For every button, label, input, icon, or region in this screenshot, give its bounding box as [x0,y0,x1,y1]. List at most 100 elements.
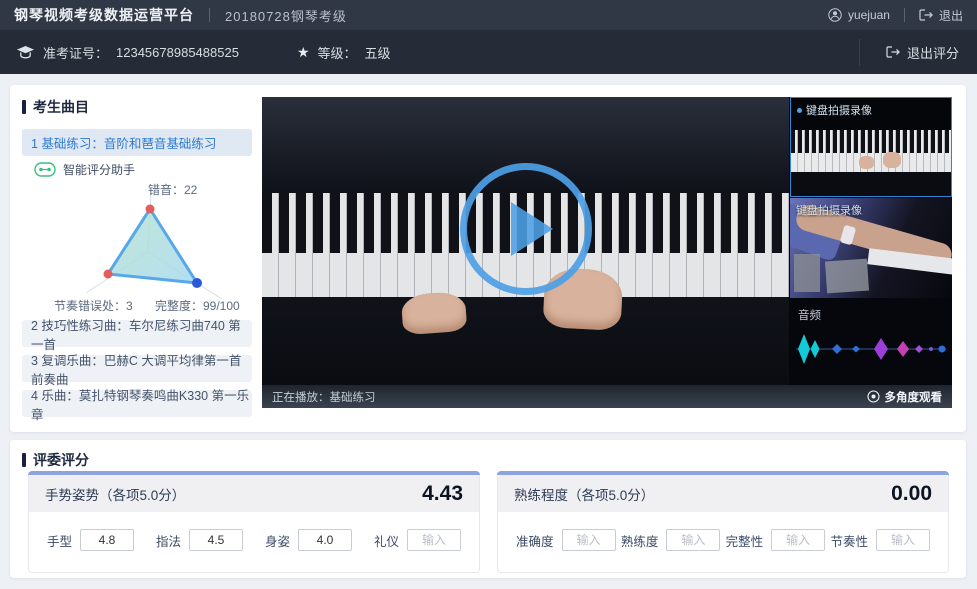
bench-shape [794,254,820,292]
level-label: 等级： [318,43,357,62]
gesture-card-score: 4.43 [422,482,463,506]
etiquette-label: 礼仪 [374,531,399,550]
gesture-card-header: 手势姿势（各项5.0分） 4.43 [29,475,479,512]
field-hand-shape: 手型 [47,529,134,551]
score-radar-chart: 错音：22 节奏错误处：3 完整度：99/100 [30,181,264,319]
mini-black-keys [791,130,951,153]
rhythm-input[interactable] [876,529,930,551]
proficiency-card-fields: 准确度 熟练度 完整性 节奏性 [498,512,948,568]
multi-angle-button[interactable]: 多角度观看 [867,389,943,405]
heading-bar [22,100,26,114]
field-posture: 身姿 [265,529,352,551]
field-accuracy: 准确度 [516,529,616,551]
fingering-label: 指法 [156,531,181,550]
ticket-group: 准考证号： 12345678985488525 [16,43,239,62]
track-item-2[interactable]: 2 技巧性练习曲：车尔尼练习曲740 第一首 [22,320,252,347]
proficiency-card-header: 熟练程度（各项5.0分） 0.00 [498,475,948,512]
track-item-4[interactable]: 4 乐曲：莫扎特钢琴奏鸣曲K330 第一乐章 [22,390,252,417]
playlist-heading: 考生曲目 [22,97,89,117]
camera-thumbnail-keyboard-2[interactable]: 键盘拍摄录像 [790,198,952,298]
scoring-panel: 评委评分 手势姿势（各项5.0分） 4.43 手型 指法 身姿 [10,440,966,578]
ticket-label: 准考证号： [43,43,108,62]
left-hand [401,291,468,335]
level-group: ★ 等级： 五级 [297,43,391,62]
now-playing-text: 正在播放：基础练习 [272,389,376,405]
field-completeness: 完整性 [726,529,826,551]
exam-info-bar: 准考证号： 12345678985488525 ★ 等级： 五级 退出评分 [0,30,977,74]
proficiency-card-score: 0.00 [891,482,932,506]
mini-piano-front [791,172,951,197]
gesture-posture-card: 手势姿势（各项5.0分） 4.43 手型 指法 身姿 礼仪 [28,472,480,573]
proficiency-input[interactable] [666,529,720,551]
thumbnail-1-label: 键盘拍摄录像 [806,102,872,118]
logout-label: 退出 [939,7,963,24]
hand-shape-label: 手型 [47,531,72,550]
video-status-bar: 正在播放：基础练习 多角度观看 [262,385,952,408]
posture-label: 身姿 [265,531,290,550]
gesture-card-title: 手势姿势（各项5.0分） [45,484,185,504]
camera-angle-column: 键盘拍摄录像 键盘拍摄录像 [790,97,952,385]
exit-scoring-button[interactable]: 退出评分 [859,39,961,66]
completeness-label: 完整性 [726,531,764,550]
audio-waveform [790,325,952,373]
graduation-cap-icon [16,45,35,60]
level-value: 五级 [365,43,391,62]
exit-scoring-icon [886,46,900,58]
mini-hand [859,156,874,169]
thumbnail-1-label-row: 键盘拍摄录像 [797,102,872,118]
play-button[interactable] [460,163,592,295]
proficiency-card: 熟练程度（各项5.0分） 0.00 准确度 熟练度 完整性 节奏性 [497,472,949,573]
playlist-heading-label: 考生曲目 [33,97,89,117]
completeness-input[interactable] [771,529,825,551]
thumbnail-2-label: 键盘拍摄录像 [796,202,862,218]
exit-scoring-label: 退出评分 [907,43,959,62]
piano-front [262,297,789,385]
multi-angle-label: 多角度观看 [885,389,943,405]
user-icon [828,8,842,22]
star-icon: ★ [297,45,310,59]
thumbnail-2-label-row: 键盘拍摄录像 [796,202,862,218]
eye-icon [867,390,880,403]
exam-panel: 考生曲目 1 基础练习：音阶和琶音基础练习 智能评分助手 [10,85,966,432]
posture-input[interactable] [298,529,352,551]
gesture-card-fields: 手型 指法 身姿 礼仪 [29,512,479,568]
proficiency-card-title: 熟练程度（各项5.0分） [514,484,654,504]
scoring-heading-label: 评委评分 [33,450,89,470]
hand-shape-input[interactable] [80,529,134,551]
mini-hand [883,152,901,168]
track-item-1[interactable]: 1 基础练习：音阶和琶音基础练习 [22,129,252,156]
main-video-player[interactable] [262,97,789,385]
etiquette-input[interactable] [407,529,461,551]
topbar-divider [904,8,905,22]
field-etiquette: 礼仪 [374,529,461,551]
scoring-heading: 评委评分 [22,450,89,470]
username[interactable]: yuejuan [848,8,890,22]
bench-shape [825,259,869,294]
radar-label-rhythm-errors: 节奏错误处：3 [54,297,133,314]
topbar: 钢琴视频考级数据运营平台 20180728钢琴考级 yuejuan 退出 [0,0,977,30]
track-item-3[interactable]: 3 复调乐曲：巴赫C 大调平均律第一首前奏曲 [22,355,252,382]
rhythm-label: 节奏性 [830,531,868,550]
logout-button[interactable]: 退出 [919,7,963,24]
smart-score-assistant: 智能评分助手 [34,161,135,178]
proficiency-label: 熟练度 [621,531,659,550]
app: 钢琴视频考级数据运营平台 20180728钢琴考级 yuejuan 退出 准考证… [0,0,977,589]
field-fingering: 指法 [156,529,243,551]
session-title: 20180728钢琴考级 [225,6,347,25]
camera-thumbnail-keyboard-1[interactable]: 键盘拍摄录像 [790,97,952,197]
video-area: 键盘拍摄录像 键盘拍摄录像 [262,97,952,408]
accuracy-input[interactable] [562,529,616,551]
fingering-input[interactable] [189,529,243,551]
assistant-label: 智能评分助手 [63,161,135,178]
topbar-left: 钢琴视频考级数据运营平台 20180728钢琴考级 [14,5,347,25]
assistant-robot-icon [34,162,56,177]
logout-icon [919,9,933,21]
topbar-right: yuejuan 退出 [828,7,963,24]
field-proficiency: 熟练度 [621,529,721,551]
title-divider [209,8,210,22]
radar-label-wrong-notes: 错音：22 [148,181,197,198]
heading-bar [22,453,26,467]
field-rhythm: 节奏性 [830,529,930,551]
radar-label-completeness: 完整度：99/100 [155,297,240,314]
active-dot-icon [797,108,802,113]
